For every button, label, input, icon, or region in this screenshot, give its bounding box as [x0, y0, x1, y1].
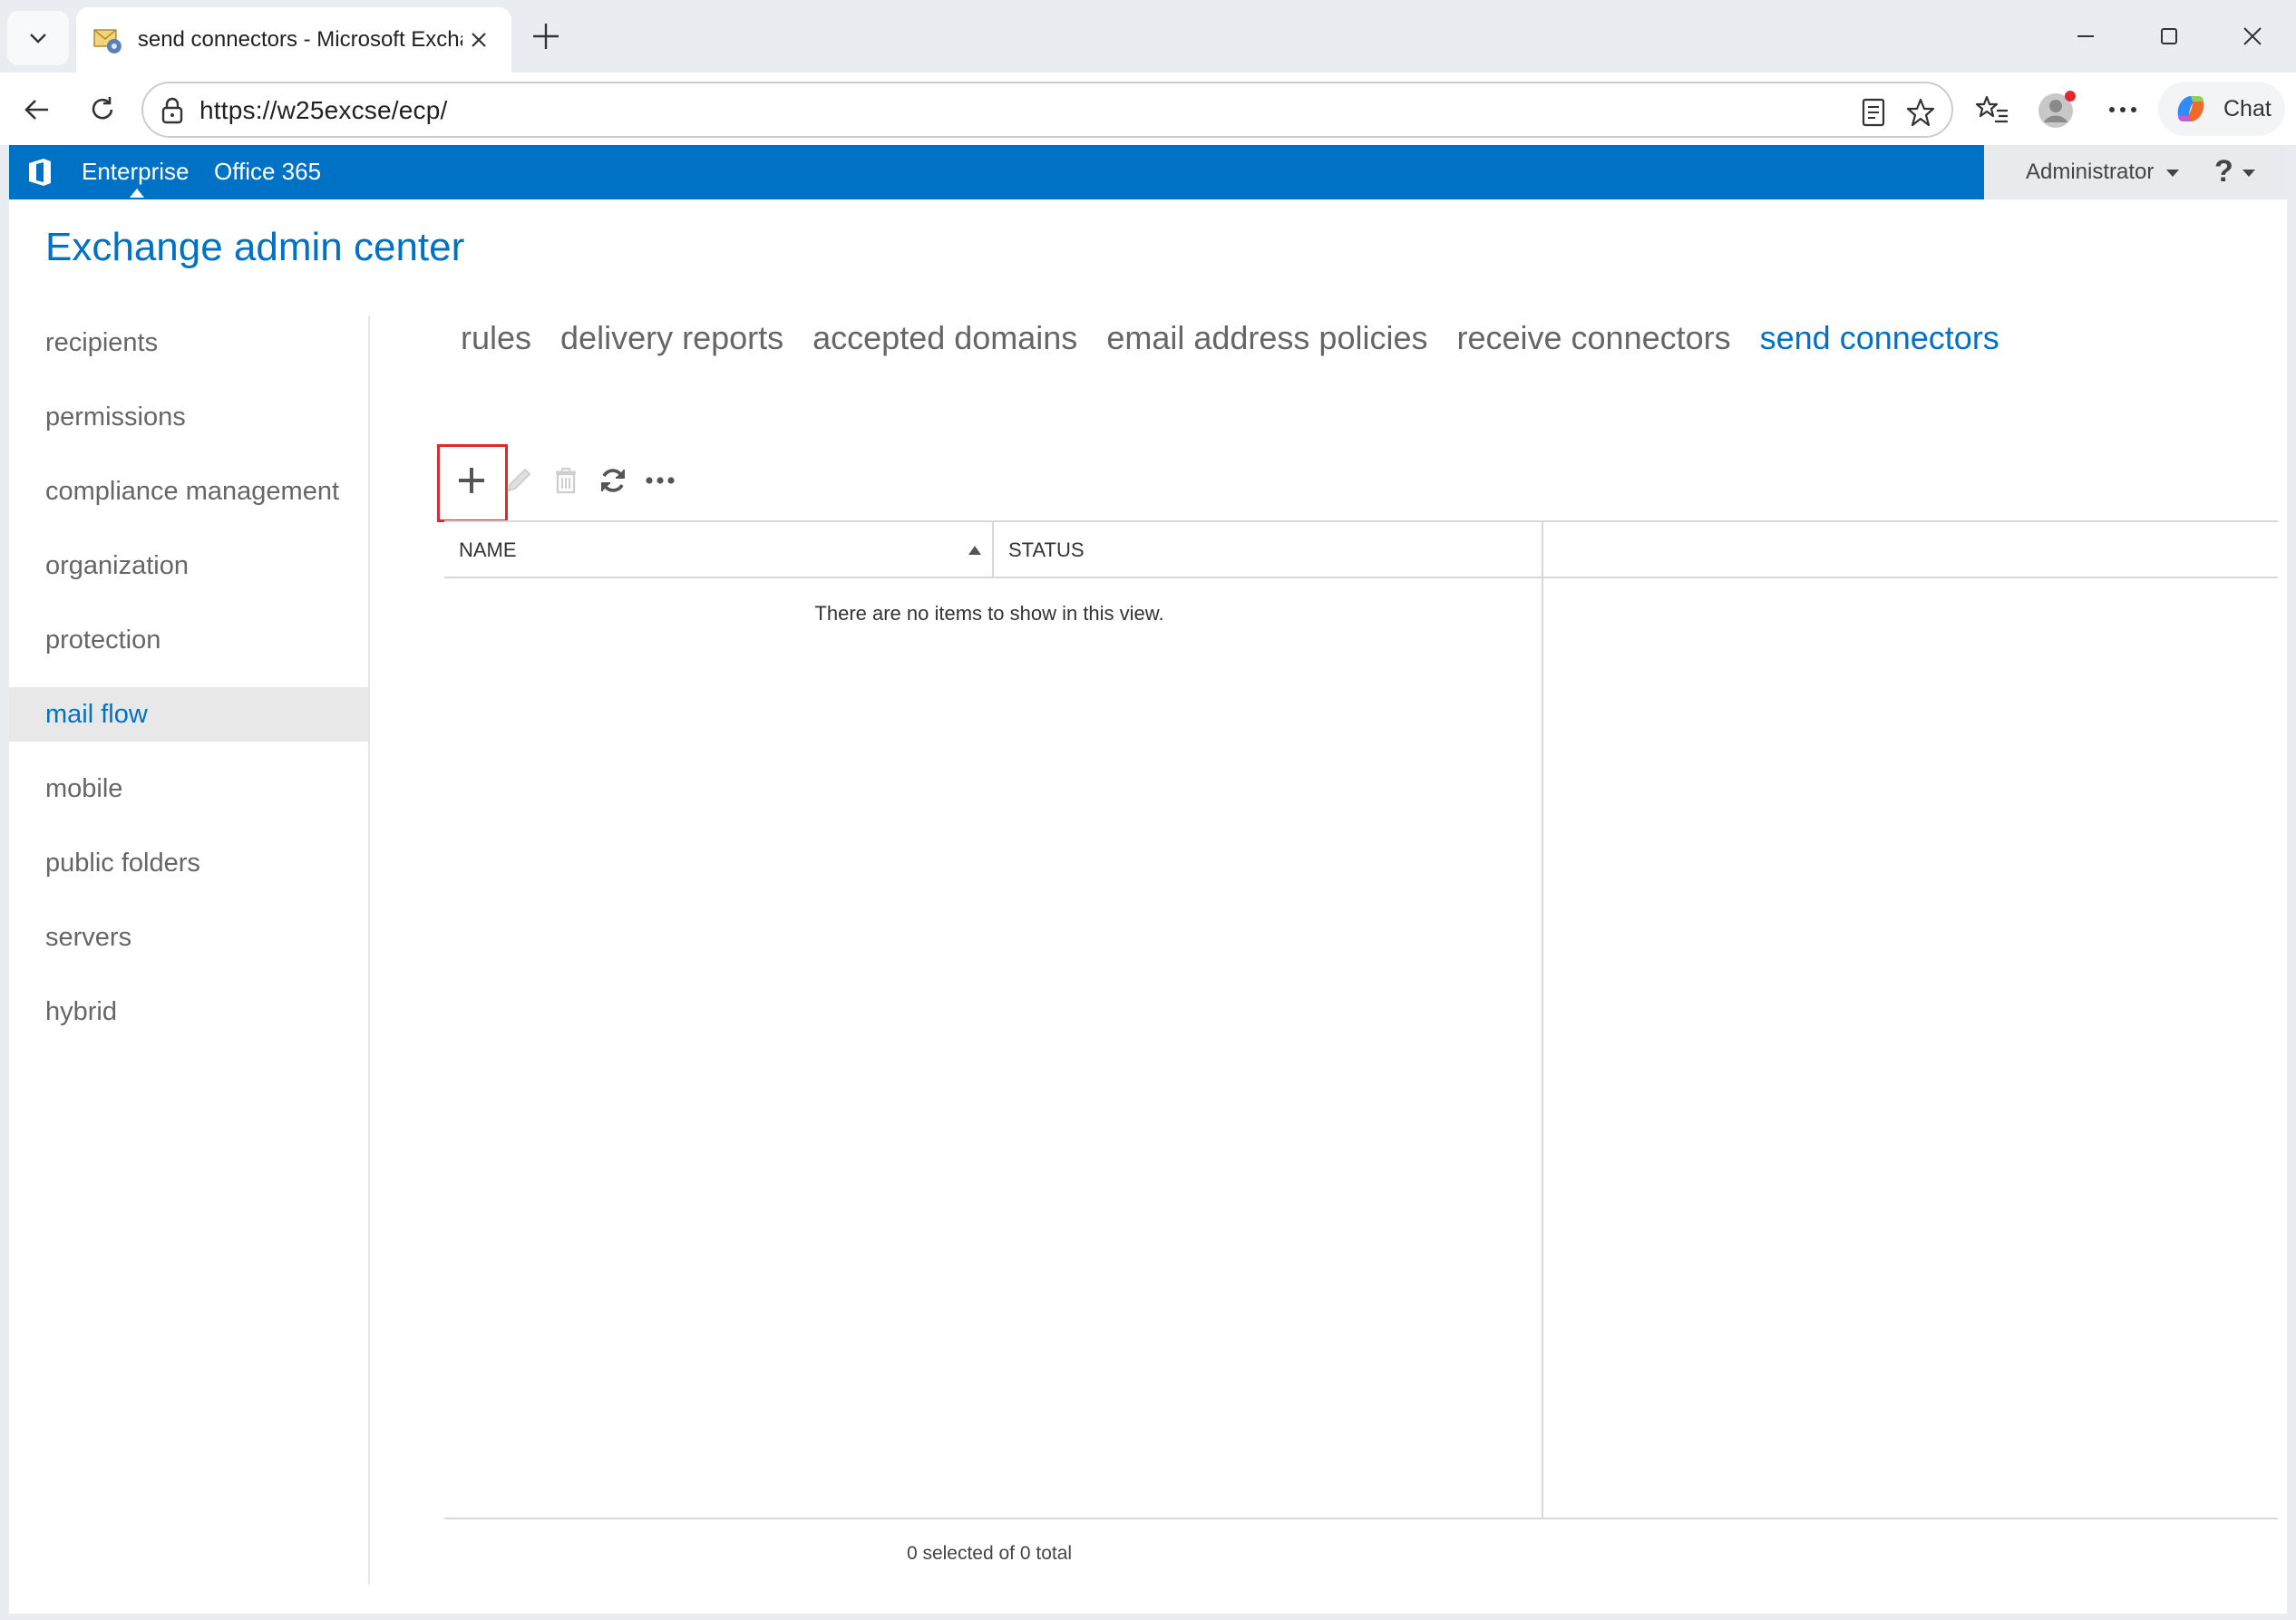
star-icon: [1906, 98, 1935, 127]
nav-item-public-folders[interactable]: public folders: [9, 836, 370, 890]
details-pane-separator: [1542, 578, 1543, 1518]
tab-actions-button[interactable]: [7, 11, 69, 65]
user-area: Administrator ?: [1984, 145, 2287, 199]
tab-send-connectors[interactable]: send connectors: [1760, 319, 1999, 373]
trash-icon: [556, 468, 576, 494]
reader-view-icon: [1862, 98, 1885, 127]
tab-receive-connectors[interactable]: receive connectors: [1456, 319, 1730, 373]
sort-ascending-icon: [968, 546, 981, 555]
nav-item-compliance-management[interactable]: compliance management: [9, 464, 370, 519]
chevron-down-icon: [30, 34, 46, 44]
add-button[interactable]: [444, 444, 499, 517]
favorites-list-icon: [1975, 95, 2008, 123]
minimize-button[interactable]: [2053, 13, 2118, 60]
enterprise-link[interactable]: Enterprise: [82, 158, 190, 186]
tab-close-button[interactable]: [462, 24, 495, 56]
close-icon: [2243, 27, 2262, 45]
empty-list-message: There are no items to show in this view.: [814, 602, 1164, 625]
favorite-button[interactable]: [1902, 94, 1939, 131]
nav-item-hybrid[interactable]: hybrid: [9, 985, 370, 1039]
user-name: Administrator: [2026, 160, 2155, 184]
pencil-icon: [507, 468, 531, 492]
plus-icon: [459, 468, 484, 493]
more-icon: [646, 477, 675, 484]
more-horizontal-icon: [2109, 107, 2136, 112]
close-icon: [472, 33, 486, 47]
selection-count: 0 selected of 0 total: [906, 1543, 1073, 1564]
nav-item-mobile[interactable]: mobile: [9, 761, 370, 816]
maximize-button[interactable]: [2136, 13, 2202, 60]
favorites-button[interactable]: [1970, 87, 2015, 132]
delete-button[interactable]: [539, 444, 593, 517]
left-navigation: recipients permissions compliance manage…: [9, 315, 370, 1585]
page-title: Exchange admin center: [45, 225, 465, 269]
chat-label: Chat: [2223, 95, 2272, 121]
profile-button[interactable]: [2035, 87, 2080, 132]
tab-email-address-policies[interactable]: email address policies: [1106, 319, 1427, 373]
tab-accepted-domains[interactable]: accepted domains: [812, 319, 1077, 373]
refresh-button[interactable]: [586, 444, 640, 517]
exchange-admin-page: Enterprise Office 365 Administrator ? Ex…: [9, 145, 2287, 1614]
new-tab-button[interactable]: [526, 16, 566, 56]
reader-view-button[interactable]: [1855, 94, 1892, 131]
office-logo-icon[interactable]: [24, 156, 56, 189]
column-header-status[interactable]: STATUS: [994, 522, 1542, 578]
office365-link[interactable]: Office 365: [214, 158, 321, 186]
nav-item-servers[interactable]: servers: [9, 910, 370, 965]
maximize-icon: [2161, 28, 2177, 44]
more-button[interactable]: [633, 444, 687, 517]
window-close-button[interactable]: [2220, 13, 2285, 60]
list-footer-line: [444, 1518, 2278, 1519]
avatar-icon: [2038, 91, 2076, 128]
help-menu[interactable]: ?: [2214, 154, 2255, 189]
back-button[interactable]: [15, 87, 60, 132]
refresh-icon: [601, 469, 625, 492]
lock-icon: [161, 97, 183, 124]
nav-item-protection[interactable]: protection: [9, 613, 370, 667]
edit-button[interactable]: [491, 444, 546, 517]
settings-more-button[interactable]: [2100, 87, 2145, 132]
tab-title: send connectors - Microsoft Excha: [137, 27, 463, 52]
column-header-name[interactable]: NAME: [444, 522, 992, 578]
dropdown-arrow-icon: [2166, 169, 2180, 177]
office365-top-bar: Enterprise Office 365 Administrator ?: [9, 145, 2287, 199]
user-menu[interactable]: Administrator: [2026, 160, 2180, 185]
send-connectors-list: NAME STATUS There are no items to show i…: [444, 520, 2278, 1564]
nav-item-mail-flow[interactable]: mail flow: [9, 687, 370, 742]
exchange-favicon-icon: [93, 29, 122, 53]
copilot-icon: [2177, 96, 2204, 121]
nav-item-recipients[interactable]: recipients: [9, 315, 370, 370]
help-icon: ?: [2214, 154, 2233, 189]
tab-delivery-reports[interactable]: delivery reports: [560, 319, 783, 373]
reload-icon: [92, 97, 113, 120]
nav-item-permissions[interactable]: permissions: [9, 390, 370, 444]
nav-divider: [368, 315, 370, 1585]
browser-tab-bar: send connectors - Microsoft Excha: [0, 0, 2296, 73]
plus-icon: [533, 24, 559, 49]
active-link-marker: [130, 189, 144, 198]
column-separator: [1542, 522, 1543, 578]
nav-item-organization[interactable]: organization: [9, 538, 370, 593]
list-header: NAME STATUS: [444, 520, 2278, 578]
url-text: https://w25excse/ecp/: [199, 96, 448, 124]
copilot-chat-button[interactable]: Chat: [2158, 82, 2285, 136]
address-bar[interactable]: https://w25excse/ecp/: [141, 82, 1953, 138]
arrow-left-icon: [24, 100, 48, 120]
mail-flow-tabs: rules delivery reports accepted domains …: [461, 319, 2028, 373]
minimize-icon: [2077, 35, 2094, 37]
tab-rules[interactable]: rules: [461, 319, 531, 373]
reload-button[interactable]: [80, 87, 125, 132]
browser-toolbar: https://w25excse/ecp/ Chat: [0, 73, 2296, 145]
dropdown-arrow-icon: [2242, 170, 2255, 178]
browser-tab[interactable]: send connectors - Microsoft Excha: [76, 7, 511, 73]
